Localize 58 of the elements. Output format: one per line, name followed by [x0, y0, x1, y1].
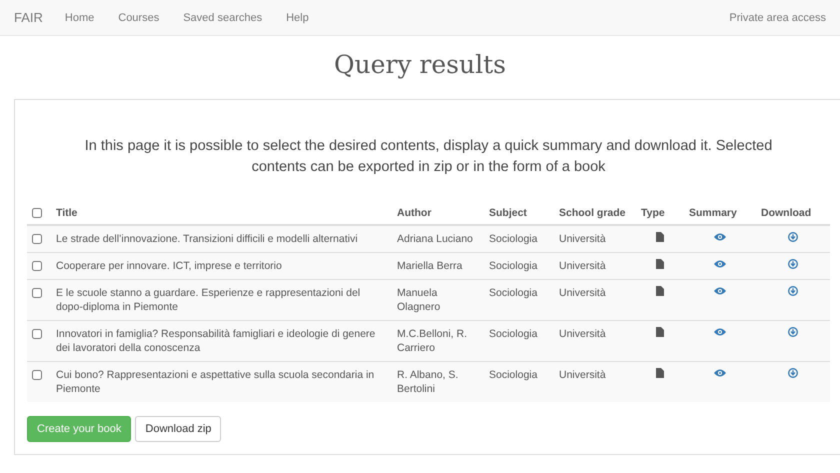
document-icon [656, 259, 664, 269]
table-cell: Cooperare per innovare. ICT, imprese e territorio [56, 260, 282, 272]
nav-link[interactable]: Private area access [729, 12, 826, 24]
table-cell: Università [559, 233, 606, 245]
row-checkbox[interactable] [32, 329, 42, 340]
select-all-checkbox[interactable] [32, 208, 42, 218]
nav-link[interactable]: Help [286, 12, 309, 24]
download-icon[interactable] [788, 286, 798, 296]
table-cell: Sociologia [489, 287, 538, 299]
nav-link[interactable]: Courses [118, 12, 160, 24]
column-header: Summary [689, 207, 737, 219]
table-cell: Università [559, 287, 606, 299]
table-cell: Università [559, 260, 606, 272]
brand-link[interactable]: FAIR [14, 10, 43, 25]
download-icon[interactable] [788, 232, 798, 242]
table-cell: Sociologia [489, 233, 538, 245]
download-icon[interactable] [788, 327, 798, 337]
eye-icon[interactable] [714, 328, 726, 336]
document-icon [656, 368, 664, 378]
eye-icon[interactable] [714, 369, 726, 377]
nav-link[interactable]: Saved searches [183, 12, 262, 24]
table-cell: Mariella Berra [397, 260, 462, 272]
document-icon [656, 232, 664, 242]
table-cell: Adriana Luciano [397, 233, 473, 245]
nav-link[interactable]: Home [64, 12, 94, 24]
column-header: Title [56, 207, 78, 219]
table-cell: Manuela Olagnero [397, 287, 440, 313]
eye-icon[interactable] [714, 287, 726, 295]
page-title: Query results [333, 50, 507, 79]
table-cell: Sociologia [489, 328, 538, 340]
download-icon[interactable] [788, 368, 798, 378]
row-checkbox[interactable] [32, 261, 42, 272]
column-header: Type [641, 207, 665, 219]
table-cell: Università [559, 369, 606, 381]
table-cell: E le scuole stanno a guardare. Esperienze e rappresentazioni del dopo-diploma in Piemonte [56, 287, 360, 313]
intro-text: In this page it is possible to select the desired contents, display a quick summary and download it. Selected contents can be exported in zip or in the form of a book [84, 137, 774, 177]
column-header: School grade [559, 207, 626, 219]
column-header: Subject [489, 207, 527, 219]
table-cell: Le strade dell’innovazione. Transizioni difficili e modelli alternativi [56, 233, 358, 245]
table-cell: R. Albano, S. Bertolini [397, 369, 458, 395]
table-cell: Sociologia [489, 369, 538, 381]
table-cell: Cui bono? Rappresentazioni e aspettative sulla scuola secondaria in Piemonte [56, 369, 374, 395]
document-icon [656, 327, 664, 337]
eye-icon[interactable] [714, 233, 726, 241]
row-checkbox[interactable] [32, 288, 42, 298]
eye-icon[interactable] [714, 260, 726, 268]
download-icon[interactable] [788, 259, 798, 269]
row-checkbox[interactable] [32, 234, 42, 244]
row-checkbox[interactable] [32, 370, 42, 380]
create-book-button[interactable]: Create your book [27, 416, 132, 442]
table-cell: Innovatori in famiglia? Responsabilità famigliari e ideologie di genere dei lavoratori della conoscenza [56, 328, 376, 354]
table-cell: Università [559, 328, 606, 340]
table-cell: M.C.Belloni, R. Carriero [397, 328, 468, 354]
table-cell: Sociologia [489, 260, 538, 272]
download-zip-button[interactable]: Download zip [135, 416, 222, 442]
column-header: Author [397, 207, 432, 219]
column-header: Download [761, 207, 812, 219]
document-icon [656, 286, 664, 296]
